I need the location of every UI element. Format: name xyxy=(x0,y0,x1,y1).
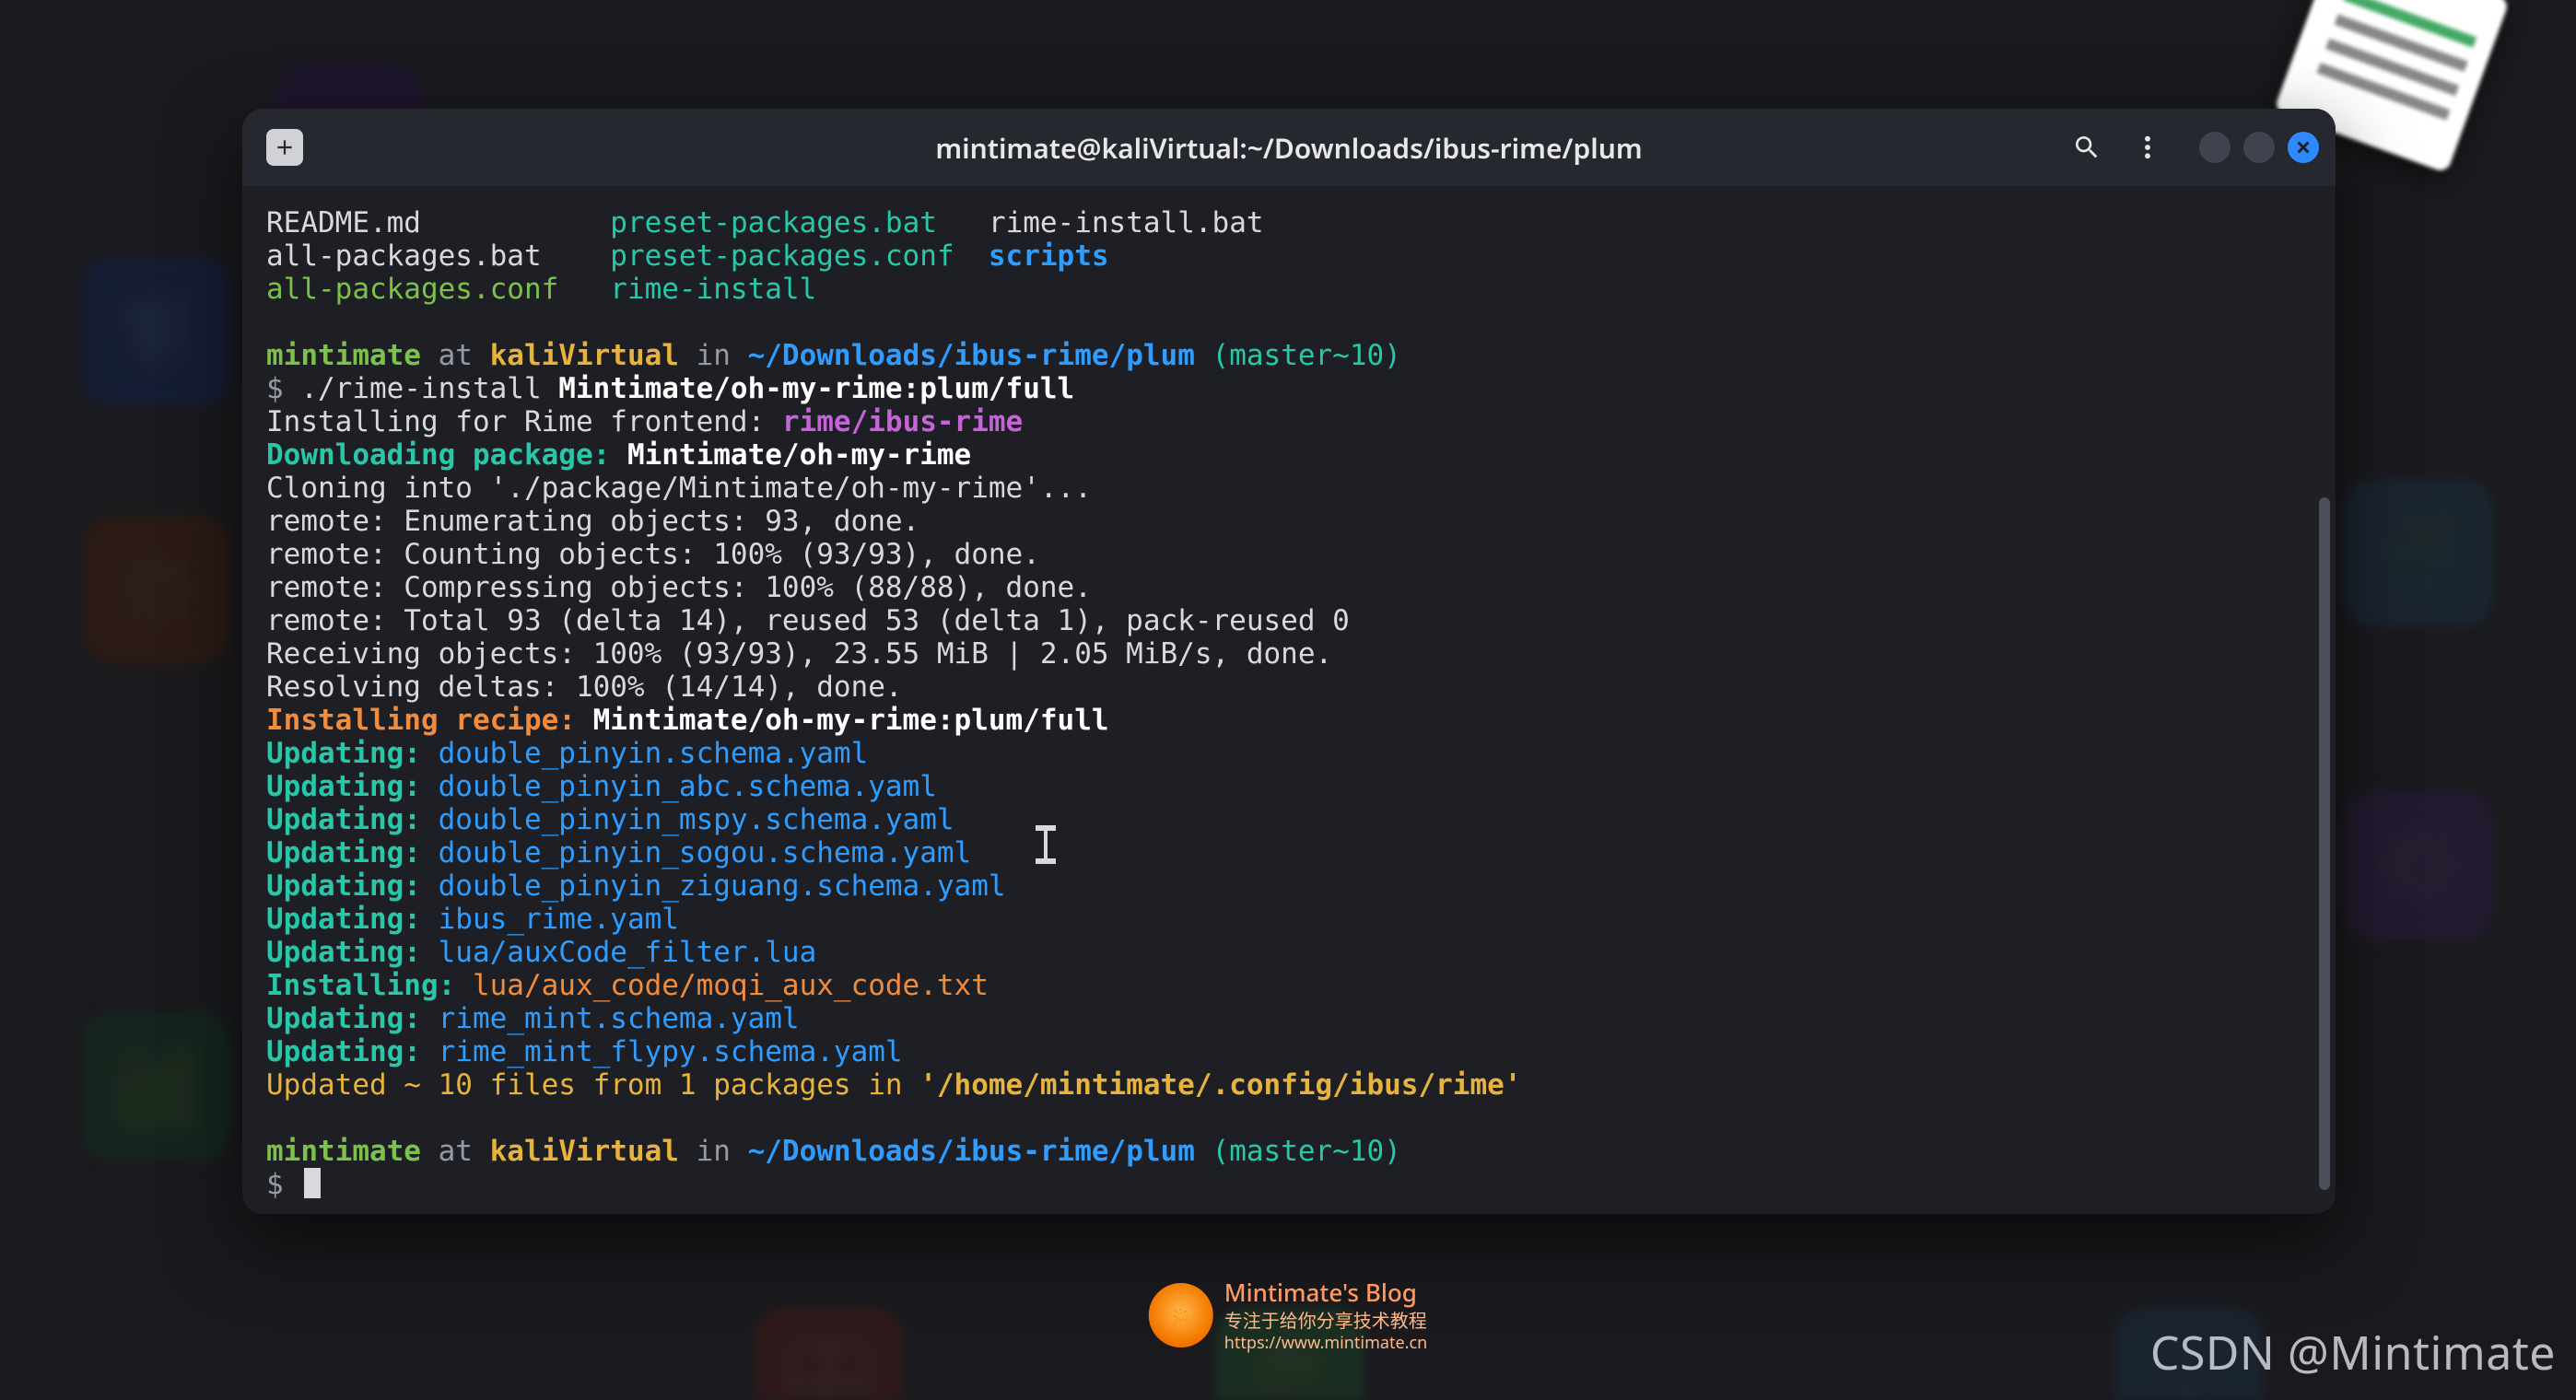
upd-label: Updating: xyxy=(266,737,439,770)
blog-title: Mintimate's Blog xyxy=(1224,1278,1427,1309)
prompt-sep: in xyxy=(679,339,748,372)
prompt-sep: at xyxy=(421,339,490,372)
prompt-vcs: (master~10) xyxy=(1195,1135,1401,1168)
new-tab-button[interactable] xyxy=(266,129,303,166)
out-frontend: rime/ibus-rime xyxy=(782,405,1023,438)
titlebar: mintimate@kaliVirtual:~/Downloads/ibus-r… xyxy=(242,109,2336,186)
prompt-host: kaliVirtual xyxy=(490,339,679,372)
upd-label: Updating: xyxy=(266,936,439,969)
csdn-watermark: CSDN @Mintimate xyxy=(2150,1321,2556,1383)
prompt-user: mintimate xyxy=(266,1135,421,1168)
terminal-window: mintimate@kaliVirtual:~/Downloads/ibus-r… xyxy=(242,109,2336,1214)
upd-label: Updating: xyxy=(266,903,439,936)
prompt-path: ~/Downloads/ibus-rime/plum xyxy=(748,339,1195,372)
upd-label: Updating: xyxy=(266,803,439,836)
ls-file: all-packages.conf xyxy=(266,273,558,306)
maximize-button[interactable] xyxy=(2243,132,2275,163)
upd-label: Updating: xyxy=(266,836,439,869)
prompt-symbol: $ xyxy=(266,1168,300,1201)
minimize-button[interactable] xyxy=(2199,132,2231,163)
out-line: Installing for Rime frontend: xyxy=(266,405,782,438)
ls-file: rime-install xyxy=(610,273,816,306)
prompt-host: kaliVirtual xyxy=(490,1135,679,1168)
out-download-label: Downloading package: xyxy=(266,438,627,472)
ls-file: README.md xyxy=(266,206,421,239)
prompt-path: ~/Downloads/ibus-rime/plum xyxy=(748,1135,1195,1168)
menu-icon[interactable] xyxy=(2129,129,2166,166)
upd-label: Updating: xyxy=(266,1002,439,1035)
prompt-sep: in xyxy=(679,1135,748,1168)
upd-file: rime_mint.schema.yaml xyxy=(439,1002,800,1035)
install-label: Installing: xyxy=(266,969,473,1002)
scrollbar-thumb[interactable] xyxy=(2319,497,2330,1190)
upd-file: double_pinyin_sogou.schema.yaml xyxy=(439,836,972,869)
upd-file: double_pinyin_abc.schema.yaml xyxy=(439,770,937,803)
cmd-arg: Mintimate/oh-my-rime:plum/full xyxy=(558,372,1074,405)
blog-url: https://www.mintimate.cn xyxy=(1224,1333,1427,1354)
out-line: remote: Compressing objects: 100% (88/88… xyxy=(266,571,1092,604)
install-file: lua/aux_code/moqi_aux_code.txt xyxy=(473,969,989,1002)
upd-file: rime_mint_flypy.schema.yaml xyxy=(439,1035,903,1068)
cmd-exe: ./rime-install xyxy=(300,372,558,405)
blog-watermark: 🔆 Mintimate's Blog 专注于给你分享技术教程 https://w… xyxy=(1149,1278,1427,1354)
out-line: remote: Total 93 (delta 14), reused 53 (… xyxy=(266,604,1350,637)
summary-path: '/home/mintimate/.config/ibus/rime' xyxy=(919,1068,1521,1102)
text-cursor-icon xyxy=(1036,825,1043,864)
upd-label: Updating: xyxy=(266,770,439,803)
prompt-user: mintimate xyxy=(266,339,421,372)
blog-subtitle: 专注于给你分享技术教程 xyxy=(1224,1309,1427,1333)
upd-label: Updating: xyxy=(266,1035,439,1068)
summary-pre: Updated ~ 10 files from 1 packages in xyxy=(266,1068,919,1102)
window-controls xyxy=(2199,132,2319,163)
ls-file: all-packages.bat xyxy=(266,239,542,273)
terminal-cursor xyxy=(304,1168,321,1198)
out-recipe-label: Installing recipe: xyxy=(266,704,593,737)
prompt-sep: at xyxy=(421,1135,490,1168)
out-line: Resolving deltas: 100% (14/14), done. xyxy=(266,671,903,704)
ls-file: preset-packages.conf xyxy=(610,239,954,273)
window-title: mintimate@kaliVirtual:~/Downloads/ibus-r… xyxy=(242,129,2336,167)
out-recipe: Mintimate/oh-my-rime:plum/full xyxy=(593,704,1109,737)
upd-file: double_pinyin.schema.yaml xyxy=(439,737,869,770)
out-download-pkg: Mintimate/oh-my-rime xyxy=(627,438,971,472)
prompt-vcs: (master~10) xyxy=(1195,339,1401,372)
ls-file: rime-install.bat xyxy=(989,206,1264,239)
upd-file: double_pinyin_mspy.schema.yaml xyxy=(439,803,954,836)
out-line: Receiving objects: 100% (93/93), 23.55 M… xyxy=(266,637,1332,671)
upd-label: Updating: xyxy=(266,869,439,903)
out-line: remote: Counting objects: 100% (93/93), … xyxy=(266,538,1040,571)
search-icon[interactable] xyxy=(2068,129,2105,166)
out-line: Cloning into './package/Mintimate/oh-my-… xyxy=(266,472,1092,505)
upd-file: lua/auxCode_filter.lua xyxy=(439,936,817,969)
ls-dir: scripts xyxy=(989,239,1109,273)
ls-file: preset-packages.bat xyxy=(610,206,937,239)
blog-logo-icon: 🔆 xyxy=(1149,1283,1213,1348)
prompt-symbol: $ xyxy=(266,372,300,405)
terminal-viewport[interactable]: README.md preset-packages.bat rime-insta… xyxy=(242,186,2336,1214)
close-button[interactable] xyxy=(2288,132,2319,163)
upd-file: double_pinyin_ziguang.schema.yaml xyxy=(439,869,1006,903)
out-line: remote: Enumerating objects: 93, done. xyxy=(266,505,919,538)
upd-file: ibus_rime.yaml xyxy=(439,903,679,936)
